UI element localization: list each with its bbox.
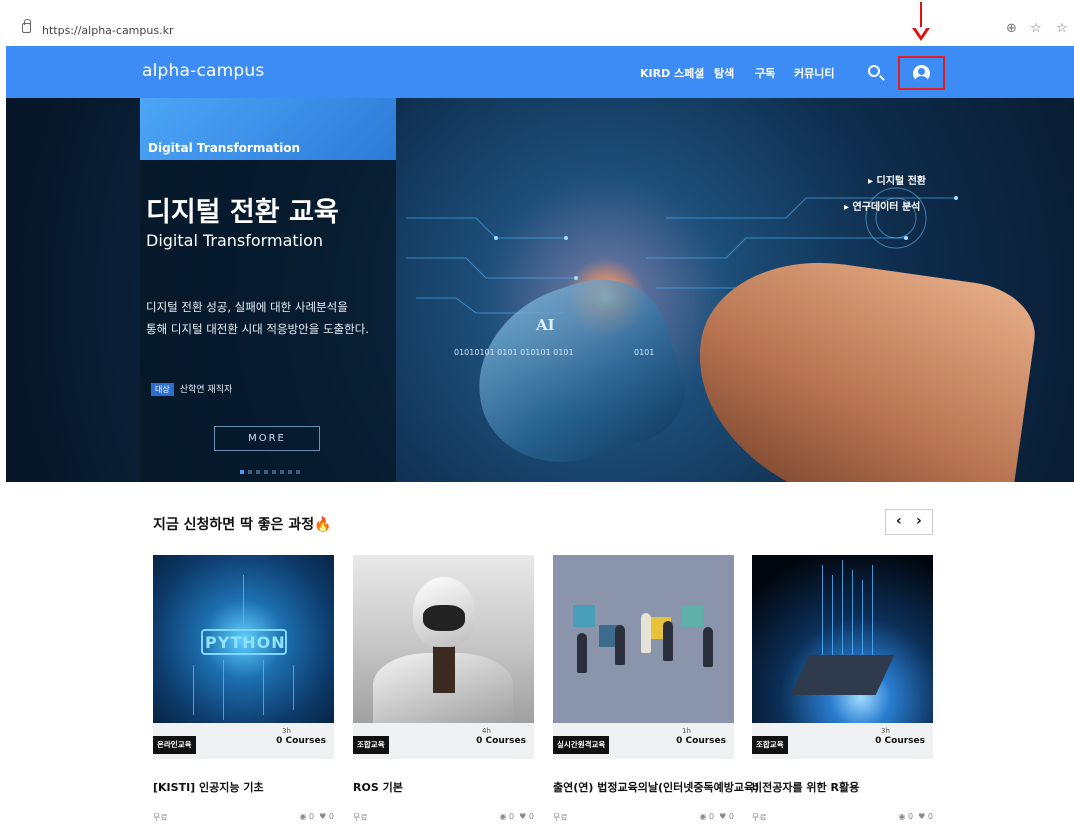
hero-description: 디지털 전환 성공, 실패에 대한 사례분석을 통해 디지털 대전환 시대 적응… bbox=[146, 296, 386, 340]
hero-description-line: 디지털 전환 성공, 실패에 대한 사례분석을 bbox=[146, 300, 348, 314]
hero-tag-label: Digital Transformation bbox=[148, 141, 301, 155]
robot-neck-image bbox=[433, 643, 455, 693]
carousel-dot[interactable] bbox=[248, 470, 252, 474]
likes-count: 0 bbox=[728, 812, 734, 821]
section-title: 지금 신청하면 딱 좋은 과정🔥 bbox=[153, 517, 332, 533]
course-meta: 조합교육 4h 0 Courses bbox=[353, 723, 534, 759]
category-badge: 온라인교육 bbox=[153, 736, 196, 754]
category-badge: 조합교육 bbox=[353, 736, 389, 754]
views-count: 0 bbox=[509, 812, 515, 821]
robot-face-image bbox=[423, 605, 465, 631]
course-hours: 4h bbox=[482, 727, 491, 735]
course-price: 무료 bbox=[553, 813, 568, 822]
course-stats: ◉ 0 ♥ 0 bbox=[898, 812, 933, 821]
course-stats: ◉ 0 ♥ 0 bbox=[299, 812, 334, 821]
carousel-dot[interactable] bbox=[256, 470, 260, 474]
ai-label: AI bbox=[536, 316, 555, 334]
category-badge: 조합교육 bbox=[752, 736, 788, 754]
views-count: 0 bbox=[309, 812, 315, 821]
category-badge: 실시간원격교육 bbox=[553, 736, 610, 754]
search-icon[interactable] bbox=[868, 65, 880, 77]
hero-link-digital-transformation[interactable]: ▸ 디지털 전환 bbox=[868, 172, 926, 187]
hero-title: 디지털 전환 교육 bbox=[146, 197, 339, 228]
course-card[interactable]: 실시간원격교육 1h 0 Courses 출연(연) 법정교육의날(인터넷중독예… bbox=[553, 555, 759, 822]
carousel-dot[interactable] bbox=[272, 470, 276, 474]
course-thumbnail[interactable] bbox=[752, 555, 933, 723]
course-hours: 1h bbox=[682, 727, 691, 735]
site-logo[interactable]: alpha-campus bbox=[142, 61, 264, 81]
course-hours: 3h bbox=[282, 727, 291, 735]
carousel-dots bbox=[240, 459, 304, 474]
carousel-dot[interactable] bbox=[280, 470, 284, 474]
course-meta: 온라인교육 3h 0 Courses bbox=[153, 723, 334, 759]
nav-subscribe[interactable]: 구독 bbox=[755, 65, 775, 81]
prev-arrow-icon[interactable]: ‹ bbox=[896, 513, 902, 529]
course-price: 무료 bbox=[752, 813, 767, 822]
site-header: alpha-campus KIRD 스페셜 탐색 구독 커뮤니티 bbox=[6, 46, 1074, 98]
course-title[interactable]: [KISTI] 인공지능 기초 bbox=[153, 779, 264, 795]
nav-kird-special[interactable]: KIRD 스페셜 bbox=[640, 65, 704, 81]
course-title[interactable]: ROS 기본 bbox=[353, 779, 403, 795]
likes-count: 0 bbox=[927, 812, 933, 821]
more-button[interactable]: MORE bbox=[214, 426, 320, 451]
views-count: 0 bbox=[908, 812, 914, 821]
favorites-list-icon[interactable]: ☆ bbox=[1056, 21, 1068, 36]
course-card[interactable]: 조합교육 3h 0 Courses 비전공자를 위한 R활용 무료 ◉ 0 ♥ … bbox=[752, 555, 933, 822]
url-text[interactable]: https://alpha-campus.kr bbox=[42, 24, 173, 37]
course-thumbnail[interactable] bbox=[353, 555, 534, 723]
nav-community[interactable]: 커뮤니티 bbox=[794, 65, 834, 81]
likes-count: 0 bbox=[328, 812, 334, 821]
carousel-arrows: ‹ › bbox=[885, 509, 933, 535]
target-text: 산학연 재직자 bbox=[179, 385, 233, 395]
carousel-dot[interactable] bbox=[264, 470, 268, 474]
thumbnail-text: PYTHON bbox=[205, 633, 286, 652]
carousel-dot[interactable] bbox=[240, 470, 244, 474]
hero-description-line: 통해 디지털 대전환 시대 적응방안을 도출한다. bbox=[146, 322, 369, 336]
course-price: 무료 bbox=[353, 813, 368, 822]
course-stats: ◉ 0 ♥ 0 bbox=[699, 812, 734, 821]
course-price: 무료 bbox=[153, 813, 168, 822]
binary-text-right: 0101 bbox=[634, 348, 655, 357]
chip-image bbox=[790, 655, 895, 695]
course-card[interactable]: PYTHON 온라인교육 3h 0 Courses [KISTI] 인공지능 기… bbox=[153, 555, 334, 822]
course-title[interactable]: 비전공자를 위한 R활용 bbox=[752, 779, 859, 795]
binary-text-left: 01010101 0101 010101 0101 bbox=[454, 348, 574, 357]
annotation-arrow-head bbox=[912, 27, 930, 41]
course-card[interactable]: 조합교육 4h 0 Courses ROS 기본 무료 ◉ 0 ♥ 0 bbox=[353, 555, 534, 822]
page-icon bbox=[22, 19, 31, 33]
course-count: 0 Courses bbox=[476, 736, 526, 746]
user-account-icon[interactable] bbox=[913, 65, 930, 82]
hero-tag: Digital Transformation bbox=[140, 98, 396, 160]
course-meta: 실시간원격교육 1h 0 Courses bbox=[553, 723, 734, 759]
course-thumbnail[interactable] bbox=[553, 555, 734, 723]
nav-explore[interactable]: 탐색 bbox=[714, 65, 734, 81]
course-count: 0 Courses bbox=[676, 736, 726, 746]
user-account-button[interactable] bbox=[898, 56, 945, 90]
carousel-dot[interactable] bbox=[296, 470, 300, 474]
carousel-dot[interactable] bbox=[288, 470, 292, 474]
course-thumbnail[interactable]: PYTHON bbox=[153, 555, 334, 723]
course-meta: 조합교육 3h 0 Courses bbox=[752, 723, 933, 759]
zoom-icon[interactable]: ⊕ bbox=[1006, 21, 1017, 36]
hero-link-research-data[interactable]: ▸ 연구데이터 분석 bbox=[844, 198, 920, 213]
course-title[interactable]: 출연(연) 법정교육의날(인터넷중독예방교육) bbox=[553, 779, 759, 795]
course-hours: 3h bbox=[881, 727, 890, 735]
likes-count: 0 bbox=[528, 812, 534, 821]
next-arrow-icon[interactable]: › bbox=[916, 513, 922, 529]
hero-banner[interactable]: AI 01010101 0101 010101 0101 0101 Digita… bbox=[6, 98, 1074, 482]
target-badge: 대상 bbox=[151, 383, 174, 396]
hero-target: 대상 산학연 재직자 bbox=[151, 382, 232, 396]
course-count: 0 Courses bbox=[875, 736, 925, 746]
course-stats: ◉ 0 ♥ 0 bbox=[499, 812, 534, 821]
favorite-icon[interactable]: ☆ bbox=[1030, 21, 1042, 36]
course-count: 0 Courses bbox=[276, 736, 326, 746]
views-count: 0 bbox=[709, 812, 715, 821]
hero-subtitle: Digital Transformation bbox=[146, 231, 324, 250]
